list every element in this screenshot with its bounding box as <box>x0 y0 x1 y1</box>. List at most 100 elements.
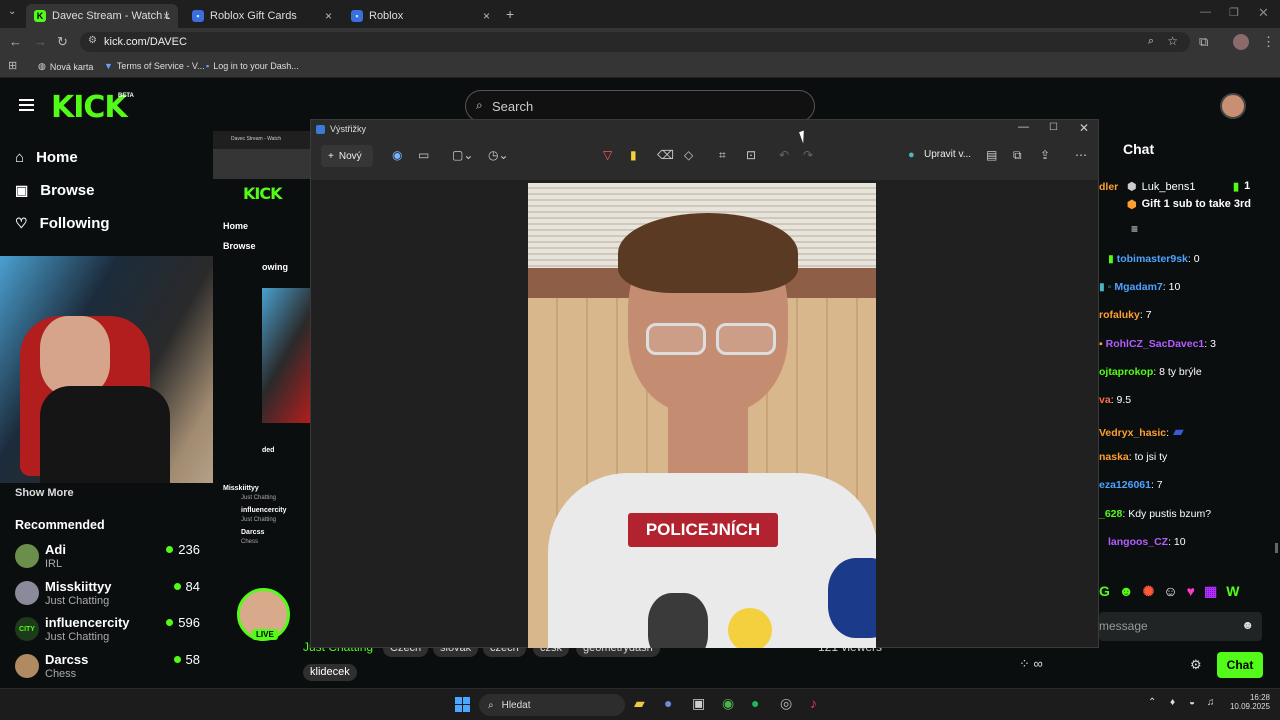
gifter-name[interactable]: Luk_bens1 <box>1142 181 1196 193</box>
start-icon[interactable] <box>455 697 470 712</box>
chat-scrollbar[interactable] <box>1275 543 1278 553</box>
emote-icon[interactable]: ✺ <box>1143 583 1155 603</box>
chat-username[interactable]: Mgadam7 <box>1114 281 1162 293</box>
bookmark-new-tab[interactable]: ◍ Nová karta <box>38 61 93 72</box>
emoji-icon[interactable]: ☻ <box>1241 618 1254 632</box>
save-icon[interactable]: ▤ <box>986 148 997 162</box>
kick-logo[interactable]: KICK <box>51 90 128 125</box>
discord-icon[interactable]: ● <box>664 695 672 711</box>
bookmark-dashboard[interactable]: ▪ Log in to your Dash... <box>206 61 299 71</box>
chat-username[interactable]: ojtaprokop <box>1099 366 1153 378</box>
snip-new-button[interactable]: + Nový <box>321 145 373 167</box>
emote-icon[interactable]: ▦ <box>1204 583 1217 603</box>
extensions-icon[interactable]: ⧉ <box>1199 34 1208 50</box>
new-tab-icon[interactable]: + <box>506 6 514 22</box>
snip-close-icon[interactable]: ✕ <box>1079 121 1089 135</box>
recommended-item[interactable]: CITY influencercity Just Chatting 596 <box>15 615 200 649</box>
eraser-icon[interactable]: ⌫ <box>657 148 674 162</box>
volume-icon[interactable]: ♫ <box>1207 697 1215 708</box>
tab-roblox[interactable]: ▪ Roblox × <box>343 4 498 28</box>
chat-username[interactable]: langoos_CZ <box>1108 536 1168 548</box>
spotify-icon[interactable]: ● <box>751 695 759 711</box>
search-input[interactable]: ⌕ Search <box>465 90 815 122</box>
close-tab-icon[interactable]: × <box>325 9 332 23</box>
nav-following[interactable]: ♡ Following <box>15 215 110 232</box>
profile-avatar[interactable] <box>1233 34 1249 50</box>
nav-home[interactable]: ⌂ Home <box>15 149 78 166</box>
menu-icon[interactable]: ⋮ <box>1262 34 1275 50</box>
undo-icon[interactable]: ↶ <box>779 148 789 162</box>
chat-username[interactable]: _628 <box>1099 508 1122 520</box>
crop-icon[interactable]: ⌗ <box>719 148 726 163</box>
share-icon[interactable]: ⇪ <box>1040 148 1050 162</box>
network-icon[interactable]: ◒ <box>1189 697 1195 708</box>
timer-icon[interactable]: ◷⌄ <box>488 148 509 162</box>
emote-icon[interactable]: G <box>1099 583 1110 603</box>
chat-username[interactable]: Vedryx_hasic <box>1099 427 1166 439</box>
recommended-item[interactable]: Darcss Chess 58 <box>15 652 200 686</box>
bookmark-terms[interactable]: ▼ Terms of Service - V... <box>104 61 205 71</box>
mic-icon[interactable]: ♦ <box>1170 697 1175 708</box>
recommended-item[interactable]: Adi IRL 236 <box>15 542 200 576</box>
emote-icon[interactable]: ☻ <box>1119 583 1134 603</box>
close-tab-icon[interactable]: × <box>163 9 170 23</box>
close-tab-icon[interactable]: × <box>483 9 490 23</box>
tab-roblox-gift-cards[interactable]: ▪ Roblox Gift Cards × <box>184 4 340 28</box>
snip-mode-icon[interactable]: ▢⌄ <box>452 148 473 162</box>
chat-username[interactable]: rofaluky <box>1099 309 1140 321</box>
more-options-icon[interactable]: ⋯ <box>1075 148 1087 162</box>
taskbar-search[interactable]: ⌕ Hledat <box>479 694 625 716</box>
file-explorer-icon[interactable]: ▰ <box>634 695 645 712</box>
close-window-icon[interactable]: ✕ <box>1258 5 1269 21</box>
snip-minimize-icon[interactable]: — <box>1018 121 1029 133</box>
chat-filter-icon[interactable]: ≡ <box>1131 222 1138 236</box>
tiktok-icon[interactable]: ♪ <box>810 695 817 711</box>
chat-username[interactable]: naska <box>1099 451 1129 463</box>
clock[interactable]: 16:28 10.09.2025 <box>1228 693 1270 711</box>
zoom-icon[interactable]: ⌕ <box>1148 35 1154 48</box>
emote-icon[interactable]: ☺ <box>1163 583 1177 603</box>
chat-username[interactable]: eza126061 <box>1099 479 1151 491</box>
chat-settings-icon[interactable]: ⚙ <box>1190 657 1202 673</box>
user-avatar[interactable] <box>1220 93 1246 119</box>
steam-icon[interactable]: ◎ <box>780 695 792 712</box>
camera-icon[interactable]: ◉ <box>392 148 402 162</box>
bookmark-star-icon[interactable]: ☆ <box>1167 34 1178 48</box>
back-icon[interactable]: ← <box>9 34 22 49</box>
kicks-icon[interactable]: ⁘ ∞ <box>1019 656 1043 672</box>
pen-icon[interactable]: ▽ <box>603 148 612 162</box>
chat-message-input[interactable]: message ☻ <box>1099 612 1262 641</box>
shapes-icon[interactable]: ◇ <box>684 148 693 162</box>
restore-icon[interactable]: ❐ <box>1229 6 1239 19</box>
show-more-link[interactable]: Show More <box>15 487 74 499</box>
url-field[interactable]: ⚙ kick.com/DAVEC ⌕ ☆ <box>80 32 1190 52</box>
emote-icon[interactable]: ♥ <box>1187 583 1195 603</box>
reload-icon[interactable]: ↻ <box>57 34 68 50</box>
apps-grid-icon[interactable]: ⊞ <box>8 59 17 72</box>
tray-chevron-icon[interactable]: ⌃ <box>1148 697 1156 708</box>
chat-username[interactable]: va <box>1099 394 1111 406</box>
chat-send-button[interactable]: Chat <box>1217 652 1263 678</box>
snipping-tool-icon[interactable]: ▣ <box>692 695 705 712</box>
nav-browse[interactable]: ▣ Browse <box>15 182 94 199</box>
chat-username[interactable]: dler <box>1099 181 1118 193</box>
forward-icon[interactable]: → <box>34 34 47 49</box>
site-info-icon[interactable]: ⚙ <box>88 35 97 46</box>
gift-sub-prompt[interactable]: ⬢ Gift 1 sub to take 3rd <box>1127 198 1251 211</box>
edit-in-paint-button[interactable]: Upravit v... <box>924 149 971 160</box>
hamburger-menu-icon[interactable] <box>19 99 34 111</box>
chat-username[interactable]: tobimaster9sk <box>1117 253 1188 265</box>
emote-icon[interactable]: W <box>1226 583 1239 603</box>
video-icon[interactable]: ▭ <box>418 148 429 162</box>
minimize-icon[interactable]: — <box>1200 6 1211 18</box>
tab-davec-stream[interactable]: K Davec Stream - Watch Live on K × <box>26 4 178 28</box>
chrome-icon[interactable]: ◉ <box>722 695 734 712</box>
copy-icon[interactable]: ⧉ <box>1013 148 1022 163</box>
text-actions-icon[interactable]: ⊡ <box>746 148 756 162</box>
tag-chip[interactable]: klidecek <box>303 664 357 681</box>
recommended-item[interactable]: Misskiittyy Just Chatting 84 <box>15 579 200 613</box>
tab-list-icon[interactable]: ⌄ <box>8 6 16 17</box>
chat-username[interactable]: RohlCZ_SacDavec1 <box>1106 338 1205 350</box>
highlighter-icon[interactable]: ▮ <box>630 148 637 162</box>
snip-maximize-icon[interactable]: ☐ <box>1049 122 1058 133</box>
